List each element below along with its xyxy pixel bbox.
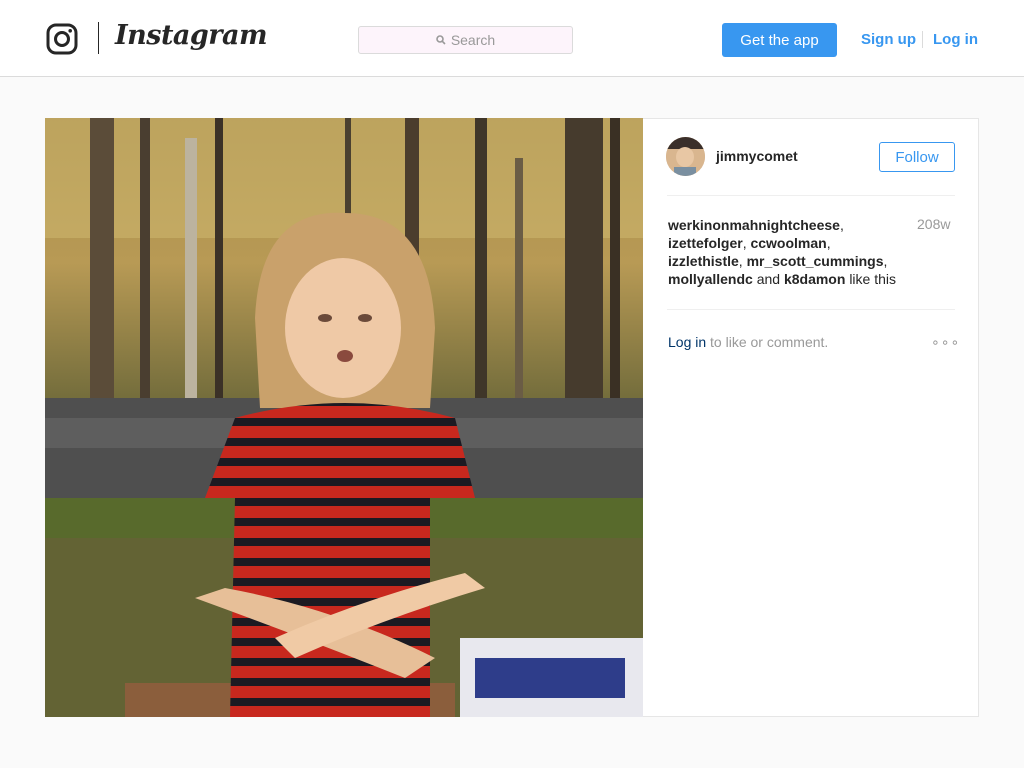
liker-link[interactable]: izettefolger bbox=[668, 235, 743, 251]
header-divider bbox=[667, 195, 955, 196]
search-input[interactable]: Search bbox=[358, 26, 573, 54]
liker-link[interactable]: mollyallendc bbox=[668, 271, 753, 287]
liker-link[interactable]: mr_scott_cummings bbox=[747, 253, 884, 269]
search-placeholder: Search bbox=[450, 32, 496, 48]
likes-and: and bbox=[756, 271, 781, 287]
post-sidebar: jimmycomet Follow werkinonmahnightcheese… bbox=[644, 119, 979, 716]
post-card: jimmycomet Follow werkinonmahnightcheese… bbox=[45, 118, 979, 717]
post-age[interactable]: 208w bbox=[917, 216, 950, 232]
get-app-button[interactable]: Get the app bbox=[722, 23, 837, 57]
search-icon bbox=[436, 35, 446, 45]
signup-link[interactable]: Sign up bbox=[861, 31, 916, 48]
liker-link[interactable]: werkinonmahnightcheese bbox=[668, 217, 840, 233]
liker-link[interactable]: izzlethistle bbox=[668, 253, 739, 269]
author-username[interactable]: jimmycomet bbox=[716, 148, 798, 164]
avatar[interactable] bbox=[666, 137, 705, 176]
instagram-wordmark[interactable]: Instagram bbox=[115, 20, 268, 51]
liker-link[interactable]: k8damon bbox=[784, 271, 845, 287]
logo-divider bbox=[98, 22, 99, 54]
likes-suffix: like this bbox=[849, 271, 896, 287]
more-options-icon[interactable]: ∘∘∘ bbox=[931, 334, 960, 351]
instagram-glyph-icon[interactable] bbox=[46, 23, 78, 55]
post-photo[interactable] bbox=[45, 118, 643, 717]
auth-divider bbox=[922, 31, 923, 48]
likes-divider bbox=[667, 309, 955, 310]
follow-button[interactable]: Follow bbox=[879, 142, 955, 172]
login-link[interactable]: Log in bbox=[933, 31, 978, 48]
login-prompt: Log in to like or comment. bbox=[668, 334, 828, 350]
top-nav: Instagram Search Get the app Sign up Log… bbox=[0, 0, 1024, 77]
liker-link[interactable]: ccwoolman bbox=[750, 235, 826, 251]
login-prompt-text: to like or comment. bbox=[710, 334, 829, 350]
login-prompt-link[interactable]: Log in bbox=[668, 334, 706, 350]
likes-summary: werkinonmahnightcheese, izettefolger, cc… bbox=[668, 217, 896, 287]
